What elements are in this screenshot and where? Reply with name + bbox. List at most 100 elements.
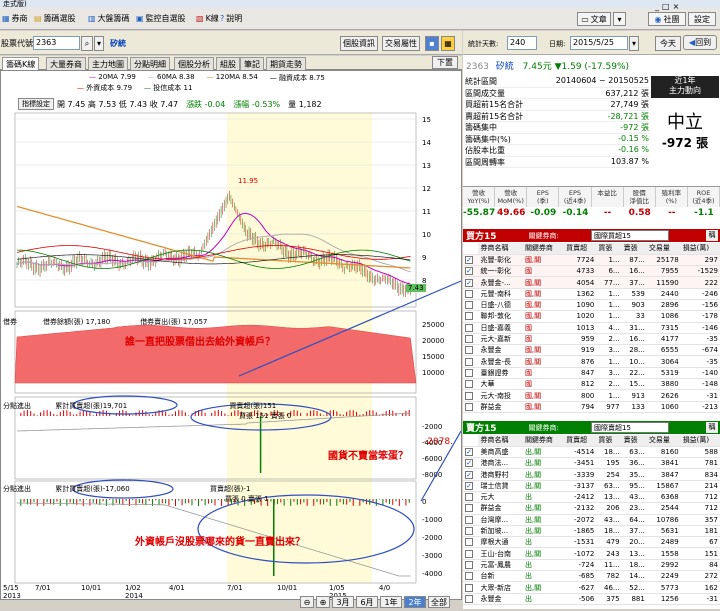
row-checkbox[interactable]	[465, 448, 473, 456]
menu-item-market-chip[interactable]: ▥大盤籌碼	[88, 13, 130, 24]
column-header[interactable]: 交易量	[647, 435, 681, 446]
table-row[interactable]: 港商野村出,關-333925435...3847834	[463, 469, 720, 480]
row-checkbox[interactable]	[465, 358, 473, 366]
table-row[interactable]: 台新出-68578214...2249272	[463, 571, 720, 582]
menu-item-watchlist[interactable]: ▣監控自選股	[136, 13, 186, 24]
table-row[interactable]: 日盛-八德國,關10901...9032896-156	[463, 299, 720, 310]
zoom-in-icon[interactable]: ⊕	[316, 596, 330, 608]
table-row[interactable]: 聯邦-敦化國,關10201...331086-178	[463, 311, 720, 322]
table-row[interactable]: 日盛-嘉義國10134...31...7315-146	[463, 322, 720, 333]
table-row[interactable]: 元豐-南科國,關13621...5392440-246	[463, 288, 720, 299]
indicator-settings-button[interactable]: 指標設定	[18, 98, 54, 110]
chart-area[interactable]: 1514131211109825000200001500010000-2000-…	[0, 70, 462, 600]
table-row[interactable]: 大眾-新店出,關-62746...52...5773162	[463, 582, 720, 593]
column-header[interactable]: 券商名稱	[478, 243, 522, 254]
column-header[interactable]: 交易量	[647, 243, 681, 254]
save-icon[interactable]: ▪	[425, 36, 439, 51]
buy-expand-icon[interactable]: 稱	[706, 230, 718, 241]
row-checkbox[interactable]	[465, 516, 473, 524]
tab-notes[interactable]: 筆記	[240, 57, 264, 70]
dropdown-button[interactable]: ▾	[613, 12, 626, 26]
today-button[interactable]: 今天	[655, 36, 681, 51]
column-header[interactable]: 買賣超	[564, 243, 596, 254]
table-row[interactable]: 元大-嘉新國9592...16...4177-35	[463, 333, 720, 344]
table-row[interactable]: 元大-南投國,關8001...9132626-31	[463, 390, 720, 401]
row-checkbox[interactable]	[465, 550, 473, 558]
row-checkbox[interactable]	[465, 572, 473, 580]
column-header[interactable]: 賣張	[622, 435, 647, 446]
row-checkbox[interactable]	[465, 459, 473, 467]
table-row[interactable]: 群益金國,關7949771331060-213	[463, 401, 720, 412]
menu-item-help[interactable]: ?說明	[220, 13, 242, 24]
tab-chip-kline[interactable]: 籌碼K線	[2, 57, 39, 70]
buy-filter-select[interactable]: 國際買超15	[591, 230, 669, 241]
row-checkbox[interactable]	[465, 380, 473, 388]
sell-expand-icon[interactable]: 稱	[706, 422, 718, 433]
column-header[interactable]: 賣張	[622, 243, 647, 254]
menu-item-chip-select[interactable]: ▤籌碼選股	[34, 13, 76, 24]
column-header[interactable]: 買張	[596, 435, 621, 446]
row-checkbox[interactable]	[465, 290, 473, 298]
row-checkbox[interactable]	[465, 312, 473, 320]
table-row[interactable]: 元富-鳳農出-72411...18...299284	[463, 559, 720, 570]
table-row[interactable]: 新加坡...出,關-186518...37...5631181	[463, 525, 720, 536]
dock-button[interactable]: 下置	[432, 56, 458, 69]
minimize-button[interactable]: _	[655, 2, 659, 11]
table-row[interactable]: 台灣摩...出,關-207243...64...10786357	[463, 514, 720, 525]
row-checkbox[interactable]	[465, 561, 473, 569]
calendar-icon[interactable]: ▾	[629, 36, 639, 51]
range-6m[interactable]: 6月	[356, 596, 378, 608]
range-3m[interactable]: 3月	[332, 596, 354, 608]
table-row[interactable]: 港商法...出,關-345119536...3841781	[463, 458, 720, 469]
row-checkbox[interactable]	[465, 369, 473, 377]
table-row[interactable]: 瑞士信貸出,關-313763...95...15867214	[463, 480, 720, 491]
table-row[interactable]: 永豐金國,關9193...28...6555-674	[463, 345, 720, 356]
tab-branch-detail[interactable]: 分點明細	[130, 57, 170, 70]
range-2y[interactable]: 2年	[404, 596, 426, 608]
row-checkbox[interactable]	[465, 584, 473, 592]
column-header[interactable]: 買賣超	[564, 435, 596, 446]
search-icon[interactable]: ⌕	[81, 36, 93, 51]
article-button[interactable]: ▭文章	[577, 12, 611, 26]
row-checkbox[interactable]	[465, 392, 473, 400]
table-row[interactable]: 群益金出,關-213220623...2544712	[463, 503, 720, 514]
row-checkbox[interactable]	[465, 301, 473, 309]
menu-item-broker[interactable]: ▦券商	[2, 13, 28, 24]
table-row[interactable]: 大華國8122...15...3880-148	[463, 379, 720, 390]
table-row[interactable]: 元大出-241213...43...6368712	[463, 491, 720, 502]
back-button[interactable]: ◀回到	[683, 35, 717, 50]
tab-stock-analysis[interactable]: 個股分析	[174, 57, 214, 70]
date-input[interactable]: 2015/5/25	[570, 36, 628, 50]
table-row[interactable]: 永豐金出-5063758811256-31	[463, 593, 720, 604]
row-checkbox[interactable]	[465, 482, 473, 490]
tab-large-broker[interactable]: 大量券商	[46, 57, 86, 70]
settings-button[interactable]: 設定	[688, 12, 716, 26]
row-checkbox[interactable]	[465, 324, 473, 332]
range-all[interactable]: 全部	[428, 596, 450, 608]
stat-days-select[interactable]: 240	[507, 36, 537, 50]
trade-attr-button[interactable]: 交易屬性	[382, 36, 420, 51]
column-header[interactable]: 損益(萬)	[681, 435, 720, 446]
table-row[interactable]: 統一-彰化國47336...16...7955-1529	[463, 266, 720, 277]
close-button[interactable]: ×	[673, 2, 680, 11]
chevron-down-icon[interactable]: ▾	[94, 36, 104, 51]
stock-info-button[interactable]: 個股資訊	[340, 36, 378, 51]
row-checkbox[interactable]	[465, 527, 473, 535]
zoom-out-icon[interactable]: ⊖	[300, 596, 314, 608]
row-checkbox[interactable]	[465, 471, 473, 479]
column-header[interactable]: 買張	[596, 243, 621, 254]
table-row[interactable]: 永豐金-...國,關405477...37...11590222	[463, 277, 720, 288]
column-header[interactable]: 關鍵券商	[523, 243, 564, 254]
tab-group[interactable]: 組股	[216, 57, 240, 70]
column-header[interactable]: 關鍵券商	[523, 435, 564, 446]
row-checkbox[interactable]	[465, 595, 473, 603]
stock-code-input[interactable]: 2363	[33, 36, 80, 50]
table-row[interactable]: 摩根大通出-153147920...248967	[463, 537, 720, 548]
row-checkbox[interactable]	[465, 335, 473, 343]
column-header[interactable]: 損益(萬)	[681, 243, 720, 254]
export-icon[interactable]: ▦	[441, 36, 455, 51]
sell-filter-select[interactable]: 國際賣超15	[591, 422, 669, 433]
row-checkbox[interactable]	[465, 538, 473, 546]
row-checkbox[interactable]	[465, 504, 473, 512]
table-row[interactable]: 臺銀證券國8473...22...5319-140	[463, 367, 720, 378]
